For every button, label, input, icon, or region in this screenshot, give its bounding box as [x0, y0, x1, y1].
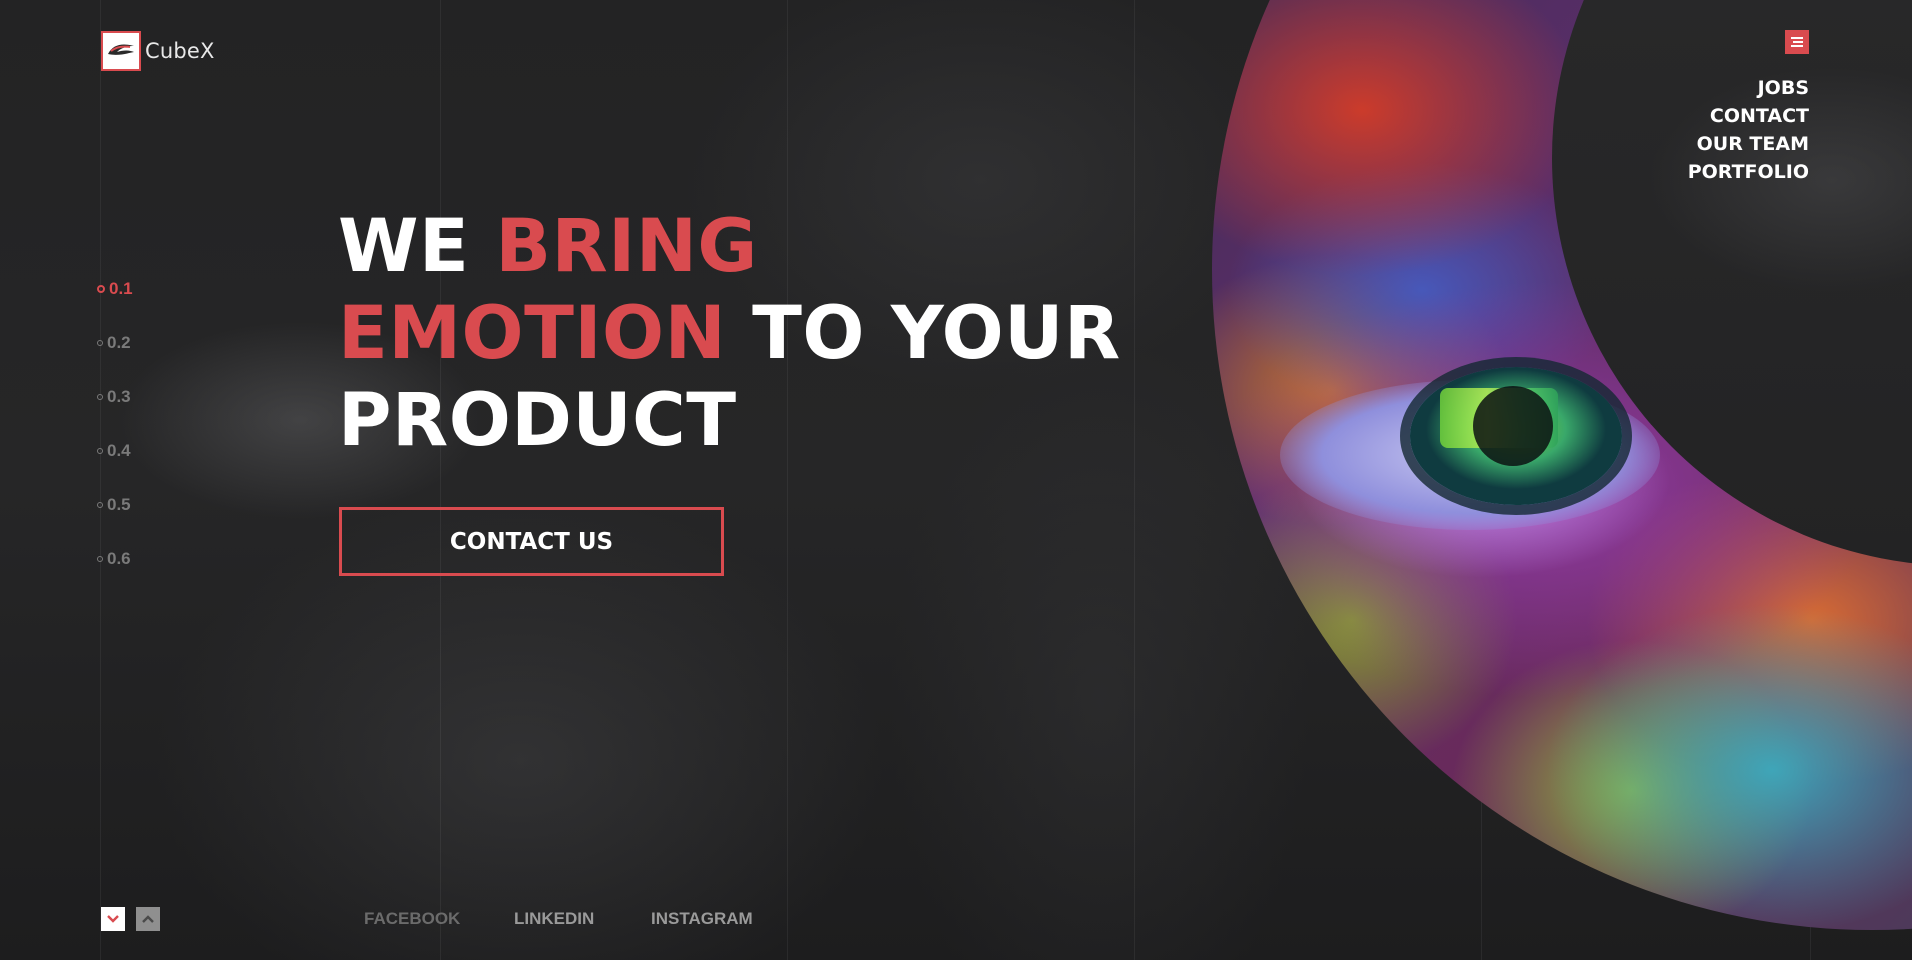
grid-line — [440, 0, 441, 960]
logo-text: CubeX — [145, 38, 215, 63]
headline-line-3: PRODUCT — [338, 377, 1121, 464]
social-link-linkedin[interactable]: LINKEDIN — [514, 909, 594, 929]
pager-item[interactable]: 0.1 — [97, 278, 133, 300]
pager-label: 0.4 — [107, 441, 131, 460]
pager-label: 0.3 — [107, 387, 131, 406]
eye-pupil — [1473, 386, 1553, 466]
headline-accent-text: BRING — [495, 204, 758, 289]
pager-dot-icon — [97, 285, 105, 293]
menu-toggle-button[interactable] — [1785, 30, 1809, 54]
chevron-up-icon — [142, 915, 154, 923]
pager-item[interactable]: 0.4 — [97, 440, 131, 462]
pager-label: 0.5 — [107, 495, 131, 514]
pager-item[interactable]: 0.6 — [97, 548, 131, 570]
pager-dot-icon — [97, 556, 103, 562]
social-link-facebook[interactable]: FACEBOOK — [364, 909, 460, 929]
main-nav: JOBS CONTACT OUR TEAM PORTFOLIO — [1688, 74, 1809, 186]
pager-label: 0.2 — [107, 333, 131, 352]
grid-line — [1134, 0, 1135, 960]
nav-item-contact[interactable]: CONTACT — [1688, 102, 1809, 130]
pager-label: 0.1 — [109, 279, 133, 298]
hero-page: CubeX 0.1 0.2 0.3 0.4 0.5 0.6 WE BRING E… — [0, 0, 1912, 960]
scroll-down-button[interactable] — [101, 907, 125, 931]
pager-item[interactable]: 0.2 — [97, 332, 131, 354]
nav-item-our-team[interactable]: OUR TEAM — [1688, 130, 1809, 158]
pager-label: 0.6 — [107, 549, 131, 568]
headline-text: WE — [338, 204, 496, 289]
headline-line-1: WE BRING — [338, 203, 1121, 290]
scroll-up-button[interactable] — [136, 907, 160, 931]
pager-dot-icon — [97, 448, 103, 454]
grid-line — [787, 0, 788, 960]
pager-dot-icon — [97, 340, 103, 346]
hamburger-menu-icon — [1791, 37, 1803, 47]
chevron-down-icon — [107, 915, 119, 923]
contact-us-button[interactable]: CONTACT US — [339, 507, 724, 576]
headline-text: TO YOUR — [726, 291, 1121, 376]
nav-item-jobs[interactable]: JOBS — [1688, 74, 1809, 102]
pager-item[interactable]: 0.5 — [97, 494, 131, 516]
nav-item-portfolio[interactable]: PORTFOLIO — [1688, 158, 1809, 186]
headline-text: PRODUCT — [338, 378, 737, 463]
pager-dot-icon — [97, 502, 103, 508]
hero-headline: WE BRING EMOTION TO YOUR PRODUCT — [338, 203, 1121, 464]
logo-mark-icon — [101, 30, 141, 71]
headline-line-2: EMOTION TO YOUR — [338, 290, 1121, 377]
pager-dot-icon — [97, 394, 103, 400]
social-link-instagram[interactable]: INSTAGRAM — [651, 909, 753, 929]
grid-line — [100, 0, 101, 960]
pager-item[interactable]: 0.3 — [97, 386, 131, 408]
logo[interactable]: CubeX — [101, 29, 215, 72]
headline-accent-text: EMOTION — [338, 291, 727, 376]
